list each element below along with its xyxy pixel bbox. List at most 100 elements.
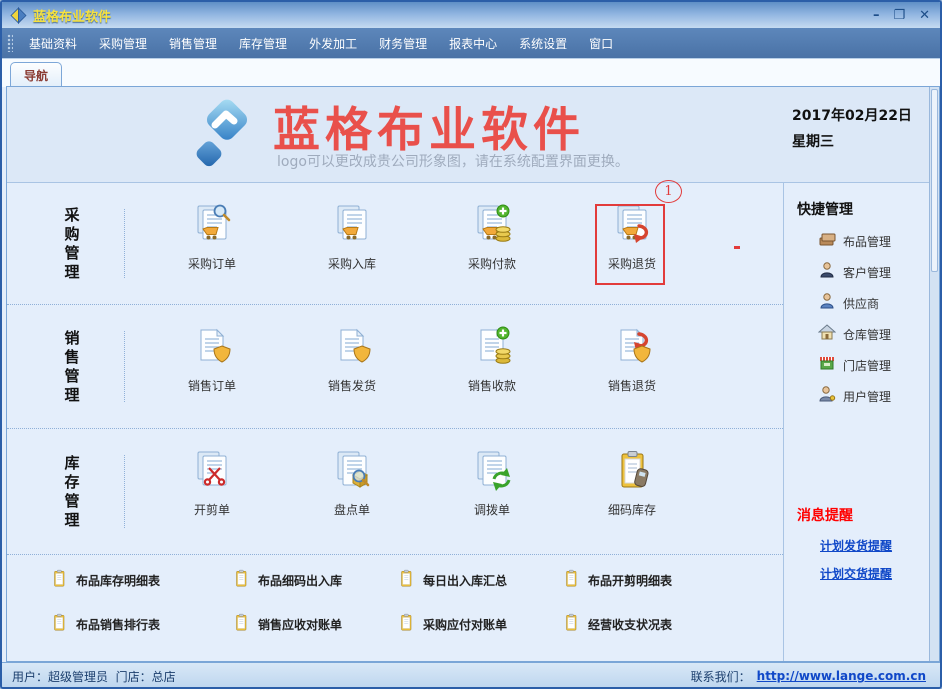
menu-item-1[interactable]: 基础资料 [21, 30, 85, 57]
window-controls: – ❐ ✕ [873, 2, 930, 28]
store-icon [818, 354, 836, 376]
annotation-highlight-box [595, 204, 665, 285]
company-logo-icon [185, 93, 265, 175]
tab-navigation[interactable]: 导航 [10, 62, 62, 87]
title-bar: 蓝格布业软件 – ❐ ✕ [2, 2, 940, 28]
annotation-red-dash [734, 246, 740, 249]
report-item-经营收支状况表[interactable]: 经营收支状况表 [562, 613, 672, 636]
tile-label: 销售发货 [292, 377, 412, 394]
report-item-布品销售排行表[interactable]: 布品销售排行表 [50, 613, 160, 636]
menu-item-4[interactable]: 库存管理 [231, 30, 295, 57]
message-link-1[interactable]: 计划发货提醒 [820, 537, 892, 554]
report-clipboard-icon [50, 569, 69, 592]
purchase-order-icon [189, 203, 235, 249]
report-item-销售应收对账单[interactable]: 销售应收对账单 [232, 613, 342, 636]
section-divider [124, 209, 125, 278]
sidebar-item-门店管理[interactable]: 门店管理 [818, 354, 891, 376]
sidebar-item-布品管理[interactable]: 布品管理 [818, 230, 891, 252]
message-link-2[interactable]: 计划交货提醒 [820, 565, 892, 582]
tile-调拨单[interactable]: 调拨单 [432, 449, 552, 518]
maximize-button[interactable]: ❐ [893, 9, 905, 22]
sales-receipt-icon [469, 325, 515, 371]
report-label: 经营收支状况表 [588, 616, 672, 633]
menu-item-2[interactable]: 采购管理 [91, 30, 155, 57]
tile-label: 调拨单 [432, 501, 552, 518]
app-logo-icon [10, 7, 27, 24]
report-item-采购应付对账单[interactable]: 采购应付对账单 [397, 613, 507, 636]
menu-item-9[interactable]: 窗口 [581, 30, 621, 57]
status-user-store: 用户：超级管理员 门店：总店 [12, 668, 176, 685]
tile-label: 采购付款 [432, 255, 552, 272]
sidebar: 快捷管理 布品管理客户管理供应商仓库管理门店管理用户管理 消息提醒 计划发货提醒… [783, 183, 929, 661]
tile-销售收款[interactable]: 销售收款 [432, 325, 552, 394]
sidebar-item-客户管理[interactable]: 客户管理 [818, 261, 891, 283]
tile-销售发货[interactable]: 销售发货 [292, 325, 412, 394]
report-label: 采购应付对账单 [423, 616, 507, 633]
section-label: 库存管理 [63, 454, 81, 530]
tile-label: 细码库存 [572, 501, 692, 518]
fabric-icon [818, 230, 836, 252]
status-contact: 联系我们： http://www.lange.com.cn [691, 668, 926, 685]
tile-细码库存[interactable]: 细码库存 [572, 449, 692, 518]
website-link[interactable]: http://www.lange.com.cn [757, 669, 926, 683]
report-label: 布品细码出入库 [258, 572, 342, 589]
tile-销售订单[interactable]: 销售订单 [152, 325, 272, 394]
customer-icon [818, 261, 836, 283]
report-item-布品开剪明细表[interactable]: 布品开剪明细表 [562, 569, 672, 592]
menu-item-6[interactable]: 财务管理 [371, 30, 435, 57]
detail-stock-icon [609, 449, 655, 495]
report-item-布品细码出入库[interactable]: 布品细码出入库 [232, 569, 342, 592]
vertical-scrollbar[interactable] [929, 87, 939, 661]
report-label: 销售应收对账单 [258, 616, 342, 633]
tile-采购付款[interactable]: 采购付款 [432, 203, 552, 272]
report-label: 每日出入库汇总 [423, 572, 507, 589]
message-reminder-title: 消息提醒 [797, 505, 853, 525]
report-clipboard-icon [397, 569, 416, 592]
sidebar-item-仓库管理[interactable]: 仓库管理 [818, 323, 891, 345]
menu-item-3[interactable]: 销售管理 [161, 30, 225, 57]
sidebar-item-label: 布品管理 [843, 233, 891, 250]
sidebar-item-label: 仓库管理 [843, 326, 891, 343]
minimize-button[interactable]: – [873, 9, 880, 22]
main-content: 蓝格布业软件 logo可以更改成贵公司形象图，请在系统配置界面更换。 2017年… [6, 86, 940, 662]
report-clipboard-icon [232, 569, 251, 592]
sales-order-icon [189, 325, 235, 371]
section-label: 销售管理 [63, 329, 81, 405]
banner-title: 蓝格布业软件 [273, 91, 585, 160]
menu-grip-handle[interactable] [7, 34, 13, 52]
report-item-每日出入库汇总[interactable]: 每日出入库汇总 [397, 569, 507, 592]
tile-label: 销售订单 [152, 377, 272, 394]
warehouse-icon [818, 323, 836, 345]
tile-采购订单[interactable]: 采购订单 [152, 203, 272, 272]
sidebar-item-label: 供应商 [843, 295, 879, 312]
section-row-3: 库存管理开剪单 盘点单调拨单 细码库存 [7, 429, 783, 555]
tile-盘点单[interactable]: 盘点单 [292, 449, 412, 518]
close-button[interactable]: ✕ [919, 9, 930, 22]
menu-item-5[interactable]: 外发加工 [301, 30, 365, 57]
sidebar-item-供应商[interactable]: 供应商 [818, 292, 879, 314]
report-clipboard-icon [562, 569, 581, 592]
scrollbar-thumb[interactable] [931, 89, 938, 272]
tile-销售退货[interactable]: 销售退货 [572, 325, 692, 394]
transfer-order-icon [469, 449, 515, 495]
tile-label: 采购入库 [292, 255, 412, 272]
tile-label: 销售退货 [572, 377, 692, 394]
report-clipboard-icon [232, 613, 251, 636]
tile-开剪单[interactable]: 开剪单 [152, 449, 272, 518]
tile-采购入库[interactable]: 采购入库 [292, 203, 412, 272]
menu-bar: 基础资料采购管理销售管理库存管理外发加工财务管理报表中心系统设置窗口 [2, 28, 940, 59]
sidebar-item-用户管理[interactable]: 用户管理 [818, 385, 891, 407]
report-clipboard-icon [397, 613, 416, 636]
banner-subtitle: logo可以更改成贵公司形象图，请在系统配置界面更换。 [277, 151, 629, 171]
purchase-inbound-icon [329, 203, 375, 249]
report-item-布品库存明细表[interactable]: 布品库存明细表 [50, 569, 160, 592]
tile-label: 销售收款 [432, 377, 552, 394]
stocktake-icon [329, 449, 375, 495]
section-divider [124, 331, 125, 402]
menu-item-8[interactable]: 系统设置 [511, 30, 575, 57]
report-shortcuts: 布品库存明细表 布品细码出入库 每日出入库汇总 布品开剪明细表布品销售排行表 销售应收对… [7, 555, 783, 660]
report-label: 布品库存明细表 [76, 572, 160, 589]
date-display: 2017年02月22日 星期三 [792, 103, 912, 155]
tile-label: 开剪单 [152, 501, 272, 518]
menu-item-7[interactable]: 报表中心 [441, 30, 505, 57]
